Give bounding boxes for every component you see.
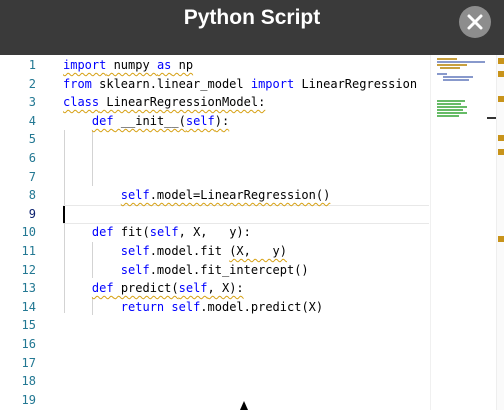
minimap-line [437,58,457,60]
line-number: 5 [28,132,36,147]
minimap-line [437,64,467,66]
line-number: 11 [21,244,36,258]
line-number: 17 [21,355,36,370]
minimap-line [443,79,469,81]
minimap-line [443,76,473,78]
minimap-line [437,103,461,105]
code-line[interactable] [63,168,121,187]
line-number: 2 [28,76,36,91]
code-line[interactable]: from sklearn.linear_model import LinearR… [63,75,417,94]
line-number-current: 9 [28,206,36,221]
line-number: 12 [21,262,36,277]
code-line[interactable]: def predict(self, X): [63,279,244,298]
warning-marker [498,149,504,155]
minimap-line [437,115,459,117]
overview-ruler[interactable] [496,55,504,410]
line-number: 3 [28,95,36,110]
line-number: 13 [21,281,36,296]
code-line[interactable]: def fit(self, X, y): [63,223,251,242]
warning-marker [498,236,504,242]
line-number: 14 [21,299,36,314]
line-number-gutter: 1 2 3 4 5 6 7 8 9 10 11 12 13 14 15 16 1… [0,55,54,410]
dialog-header: Python Script [0,0,504,55]
minimap[interactable] [430,55,497,410]
close-icon [467,14,483,30]
close-button[interactable] [459,6,491,38]
warning-marker [498,135,504,141]
code-line[interactable]: self.model=LinearRegression() [63,186,331,205]
line-number: 16 [21,337,36,351]
line-number: 8 [28,188,36,203]
minimap-line [437,109,463,111]
minimap-line [437,100,465,102]
line-number: 6 [28,151,36,165]
code-line[interactable]: return self.model.predict(X) [63,298,323,317]
code-line[interactable]: import numpy as np [63,56,193,75]
warning-marker [498,96,504,102]
line-number: 10 [21,225,36,240]
warning-marker [498,71,504,77]
line-number: 4 [28,113,36,128]
code-area[interactable]: import numpy as np from sklearn.linear_m… [63,55,429,410]
minimap-line [440,67,460,69]
minimap-line [437,112,467,114]
line-number: 15 [21,318,36,333]
mouse-pointer-icon [240,401,248,410]
minimap-line [437,73,447,75]
code-line[interactable]: self.model.fit_intercept() [63,261,309,280]
line-number: 19 [21,392,36,407]
code-editor[interactable]: 1 2 3 4 5 6 7 8 9 10 11 12 13 14 15 16 1… [0,55,504,410]
line-number: 18 [21,374,36,389]
minimap-line [437,106,467,108]
warning-marker [498,58,504,64]
line-number: 7 [28,169,36,184]
code-line[interactable] [63,130,121,149]
code-line[interactable] [63,149,121,168]
text-cursor [63,206,65,223]
code-line[interactable]: class LinearRegressionModel: [63,93,265,112]
code-line[interactable]: def __init__(self): [63,112,229,131]
line-number: 1 [28,58,36,72]
dialog-title: Python Script [183,6,321,29]
current-line-highlight [63,205,429,224]
code-line[interactable]: self.model.fit (X, y) [63,242,287,261]
minimap-line [437,61,485,63]
